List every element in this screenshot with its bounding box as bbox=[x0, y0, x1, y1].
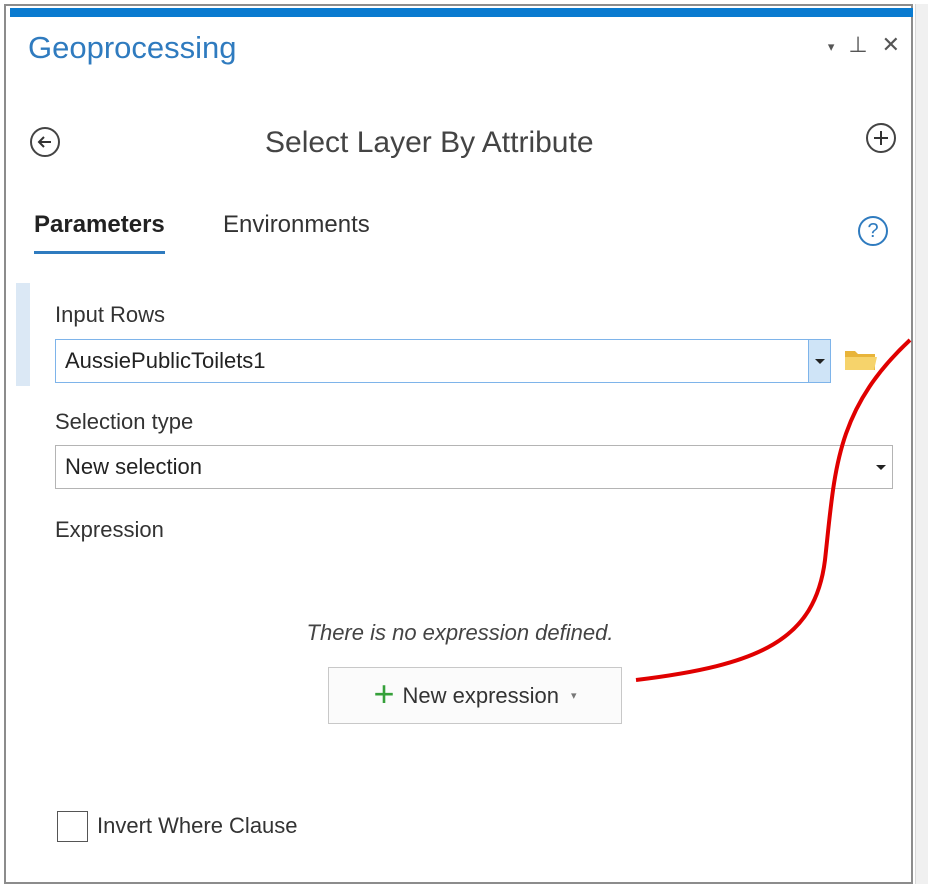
invert-where-clause-label: Invert Where Clause bbox=[97, 813, 298, 838]
input-rows-label: Input Rows bbox=[55, 302, 166, 327]
input-rows-dropdown-button[interactable] bbox=[808, 340, 830, 382]
plus-circle-icon bbox=[874, 131, 888, 145]
selection-type-label: Selection type bbox=[55, 409, 194, 434]
tab-environments[interactable]: Environments bbox=[223, 211, 370, 239]
input-rows-combobox[interactable]: AussiePublicToilets1 bbox=[55, 339, 831, 383]
chevron-down-icon[interactable]: ▾ bbox=[571, 689, 577, 702]
pane-options-dropdown-icon[interactable]: ▾ bbox=[828, 40, 835, 53]
pane-title: Geoprocessing bbox=[28, 30, 237, 65]
chevron-down-icon bbox=[814, 358, 825, 364]
tab-parameters[interactable]: Parameters bbox=[34, 211, 165, 254]
pane-window-controls: ▾ ⊥ ✕ bbox=[828, 34, 900, 56]
expression-label: Expression bbox=[55, 517, 164, 542]
selection-type-value: New selection bbox=[65, 454, 202, 479]
chevron-down-icon bbox=[876, 464, 886, 470]
plus-icon: + bbox=[373, 672, 395, 714]
active-parameter-marker bbox=[16, 283, 30, 386]
new-expression-label: New expression bbox=[402, 682, 559, 708]
new-expression-button[interactable]: + New expression ▾ bbox=[328, 667, 622, 724]
no-expression-message: There is no expression defined. bbox=[306, 620, 614, 645]
input-rows-value: AussiePublicToilets1 bbox=[65, 348, 266, 373]
back-button[interactable] bbox=[30, 127, 60, 157]
pin-icon[interactable]: ⊥ bbox=[848, 34, 867, 56]
browse-folder-icon[interactable] bbox=[843, 345, 879, 373]
pane-scroll-edge bbox=[915, 4, 928, 884]
selection-type-dropdown-button[interactable] bbox=[870, 446, 892, 488]
back-arrow-icon bbox=[37, 136, 51, 148]
selection-type-combobox[interactable]: New selection bbox=[55, 445, 893, 489]
help-icon[interactable]: ? bbox=[858, 216, 888, 246]
pane-accent-bar bbox=[10, 8, 913, 17]
tool-title: Select Layer By Attribute bbox=[265, 126, 594, 159]
close-icon[interactable]: ✕ bbox=[882, 34, 900, 56]
add-to-favorites-button[interactable] bbox=[866, 123, 896, 153]
invert-where-clause-checkbox[interactable] bbox=[57, 811, 88, 842]
